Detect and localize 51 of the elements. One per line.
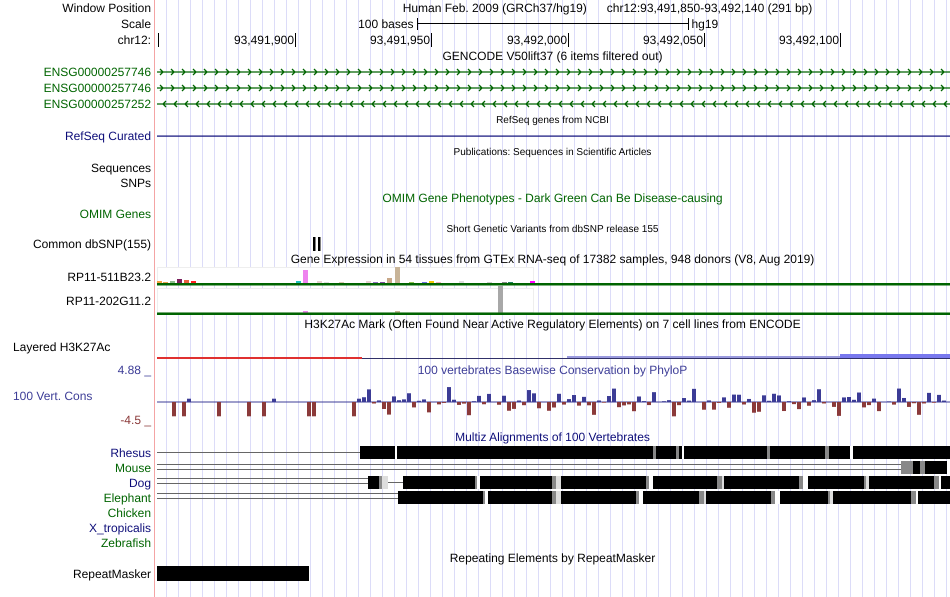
tick-mark xyxy=(431,33,432,47)
ruler-label: 93,491,950 xyxy=(370,33,430,47)
track-title: Gene Expression in 54 tissues from GTEx RNA-seq of 17382 samples, 948 donors (V8, Aug 2019) xyxy=(290,252,814,266)
track-label: RepeatMasker xyxy=(72,566,151,580)
tick-mark xyxy=(840,33,841,47)
track-label: Rhesus xyxy=(110,446,151,460)
track-label: ENSG00000257746 xyxy=(44,81,151,95)
track-title: Multiz Alignments of 100 Vertebrates xyxy=(455,430,650,444)
tick-mark xyxy=(295,33,296,47)
snp-drawing xyxy=(313,237,320,251)
ruler-label: 93,492,100 xyxy=(778,33,839,47)
track-label: Zebrafish xyxy=(100,536,151,550)
row-label: Window Position xyxy=(62,1,151,15)
track-label: Dog xyxy=(128,476,151,490)
track-label: RP11-202G11.2 xyxy=(66,294,151,308)
ruler-label: 93,492,000 xyxy=(506,33,567,47)
tick-mark xyxy=(158,33,159,47)
track-label: Chicken xyxy=(108,506,151,520)
track-label: Common dbSNP(155) xyxy=(32,237,151,251)
tick-mark xyxy=(704,33,705,47)
track-label: RP11-511B23.2 xyxy=(67,270,151,284)
track-label: X_tropicalis xyxy=(88,520,151,534)
ruler-label: 93,491,900 xyxy=(234,33,294,47)
axis-max-label: 4.88 _ xyxy=(118,363,152,379)
row-label: chr12: xyxy=(118,33,151,47)
track-title: Repeating Elements by RepeatMasker xyxy=(450,551,656,565)
track-title: RefSeq genes from NCBI xyxy=(496,114,609,126)
assembly-title: Human Feb. 2009 (GRCh37/hg19) xyxy=(402,1,587,15)
row-label: Scale xyxy=(120,17,151,31)
tick-mark xyxy=(568,33,569,47)
track-title: OMIM Gene Phenotypes - Dark Green Can Be Disease-causing xyxy=(382,191,723,205)
track-label: 100 Vert. Cons xyxy=(12,389,94,403)
position-text: chr12:93,491,850-93,492,140 (291 bp) xyxy=(606,1,812,15)
track-label: SNPs xyxy=(120,176,151,190)
track-label: Elephant xyxy=(104,490,151,504)
ruler-label: 93,492,050 xyxy=(642,33,703,47)
track-title: Publications: Sequences in Scientific Articles xyxy=(454,146,652,158)
track-title: GENCODE V50lift37 (6 items filtered out) xyxy=(442,49,663,63)
axis-min-label: -4.5 _ xyxy=(120,413,152,429)
track-title: Short Genetic Variants from dbSNP release 155 xyxy=(446,224,658,234)
track-label: Mouse xyxy=(114,460,151,474)
track-title: 100 vertebrates Basewise Conservation by PhyloP xyxy=(418,362,688,378)
track-label: Sequences xyxy=(90,160,151,174)
assembly-label: hg19 xyxy=(690,17,720,31)
track-label: ENSG00000257746 xyxy=(44,65,151,79)
track-label: OMIM Genes xyxy=(80,206,151,220)
track-title: H3K27Ac Mark (Often Found Near Active Regulatory Elements) on 7 cell lines from ENCODE xyxy=(304,317,801,331)
scale-text: 100 bases xyxy=(358,17,414,31)
track-label: Layered H3K27Ac xyxy=(13,340,110,354)
track-label: ENSG00000257252 xyxy=(44,97,151,111)
track-label: RefSeq Curated xyxy=(64,129,151,143)
